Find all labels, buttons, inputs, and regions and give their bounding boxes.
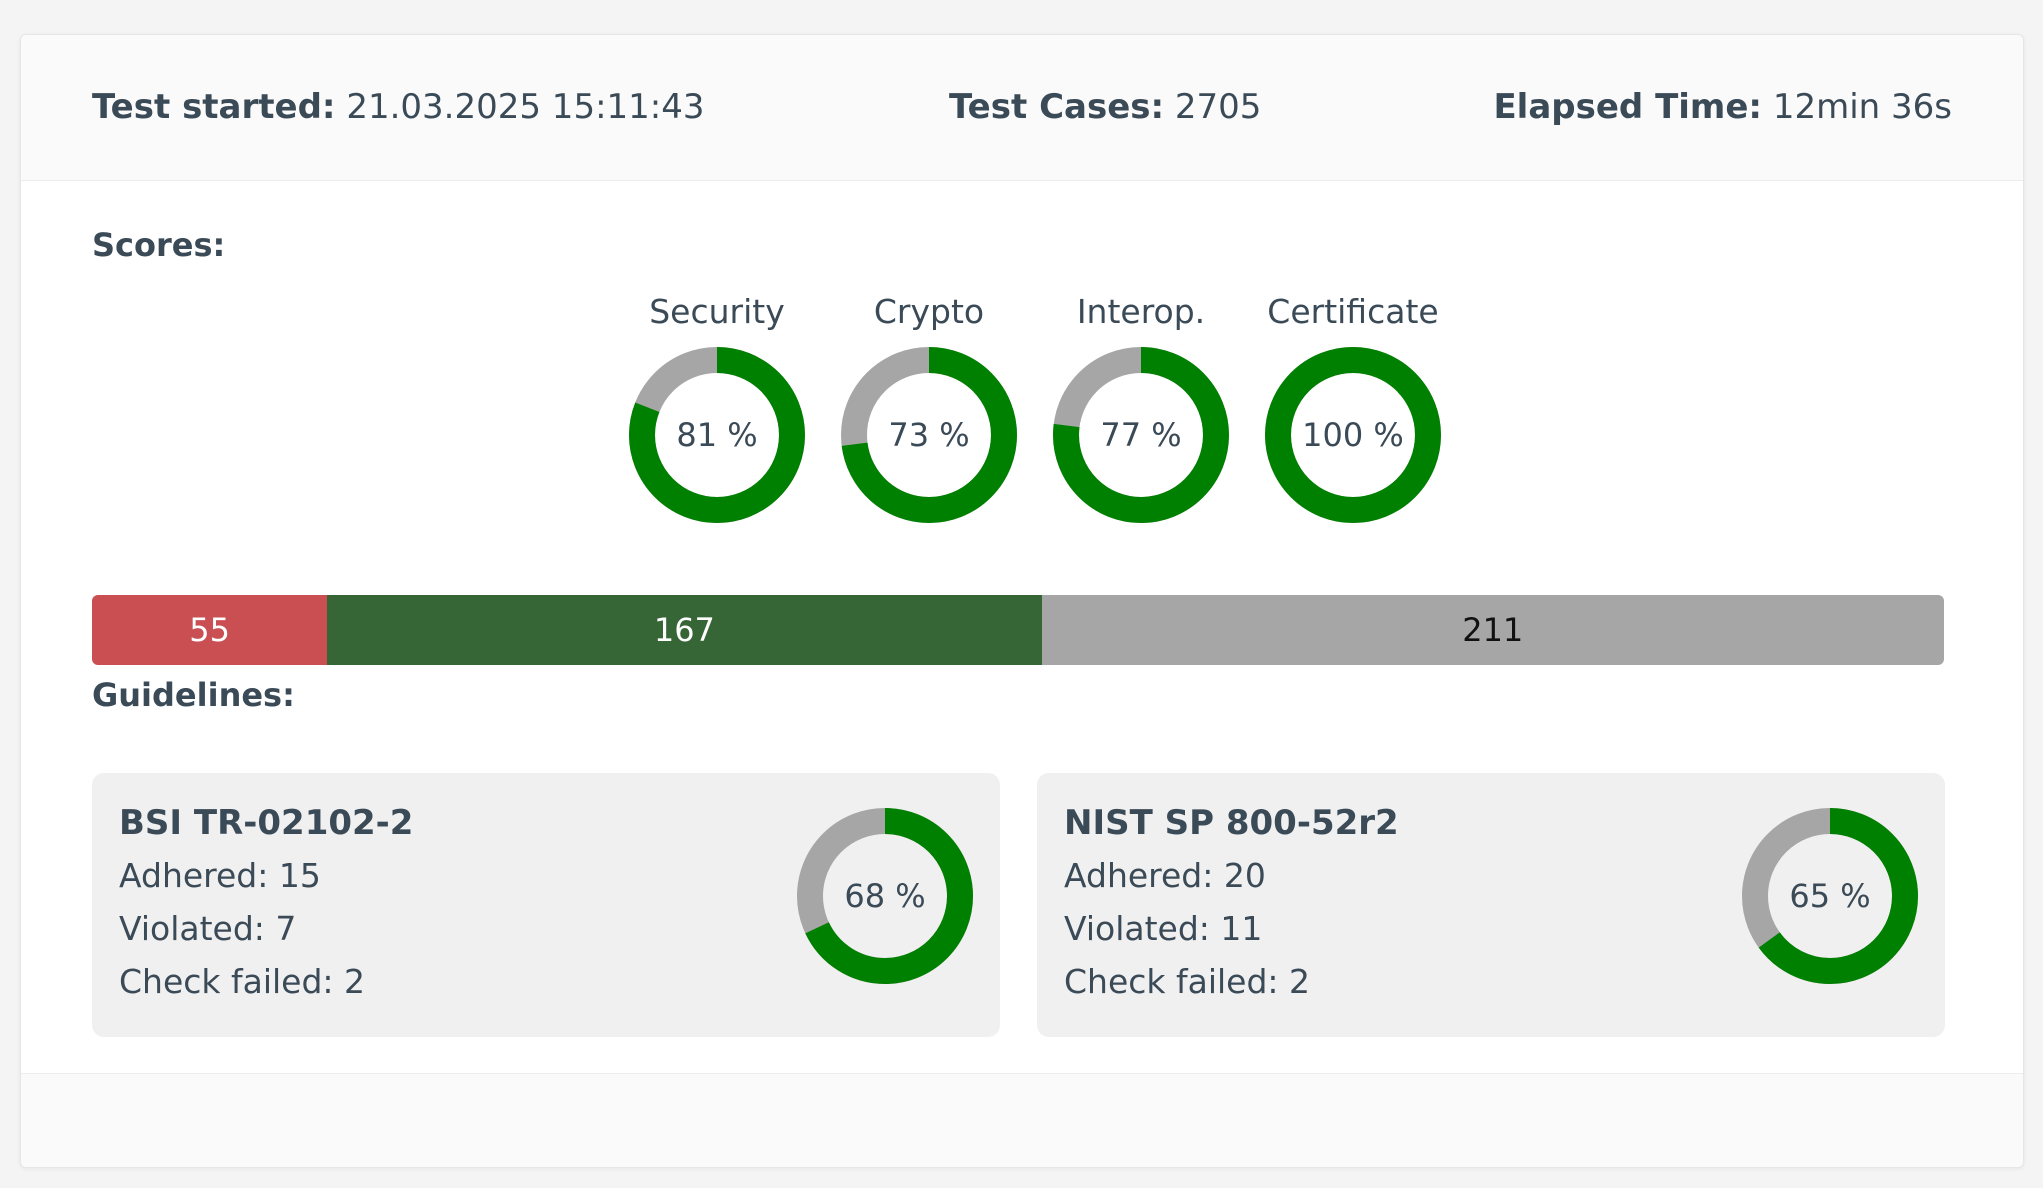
bar-segment-failed: 55	[92, 595, 328, 665]
test-cases-label: Test Cases:	[949, 87, 1165, 127]
bar-segment-neutral: 211	[1041, 595, 1944, 665]
card-footer	[21, 1073, 2023, 1167]
guideline-violated: Violated: 7	[119, 909, 297, 948]
donut-percent-text: 77 %	[1100, 416, 1181, 454]
test-summary-card: Test started: 21.03.2025 15:11:43 Test C…	[20, 34, 2024, 1168]
donut-percent-text: 68 %	[844, 877, 925, 915]
guideline-check-failed: Check failed: 2	[119, 962, 366, 1001]
guideline-card-bsi: BSI TR-02102-2 Adhered: 15 Violated: 7 C…	[92, 773, 1000, 1037]
guideline-violated: Violated: 11	[1064, 909, 1263, 948]
score-gauge-label: Crypto	[873, 292, 985, 331]
donut-percent-text: 81 %	[676, 416, 757, 454]
score-gauge-label: Interop.	[1076, 292, 1206, 331]
guideline-donut-nist: 65 %	[1742, 808, 1918, 984]
elapsed-time: Elapsed Time: 12min 36s	[1493, 87, 1952, 127]
score-gauge-label: Security	[649, 292, 785, 331]
guideline-check-failed: Check failed: 2	[1064, 962, 1311, 1001]
score-donut-interop: 77 %	[1053, 347, 1229, 523]
donut-percent-text: 65 %	[1789, 877, 1870, 915]
elapsed-time-value: 12min 36s	[1772, 87, 1952, 127]
card-header: Test started: 21.03.2025 15:11:43 Test C…	[21, 35, 2023, 181]
score-gauge-security: Security 81 %	[611, 292, 823, 524]
guideline-adhered: Adhered: 15	[119, 856, 321, 895]
score-gauge-label: Certificate	[1267, 292, 1439, 331]
guideline-adhered: Adhered: 20	[1064, 856, 1266, 895]
bar-segment-passed: 167	[327, 595, 1042, 665]
guideline-name: NIST SP 800-52r2	[1064, 803, 1399, 843]
score-gauge-crypto: Crypto 73 %	[823, 292, 1035, 524]
score-gauge-interop: Interop. 77 %	[1035, 292, 1247, 524]
score-donut-security: 81 %	[629, 347, 805, 523]
donut-percent-text: 73 %	[888, 416, 969, 454]
test-cases: Test Cases: 2705	[949, 87, 1261, 127]
scores-title: Scores:	[92, 226, 226, 264]
guidelines-title: Guidelines:	[92, 676, 295, 714]
guideline-name: BSI TR-02102-2	[119, 803, 414, 843]
guideline-card-nist: NIST SP 800-52r2 Adhered: 20 Violated: 1…	[1037, 773, 1945, 1037]
elapsed-time-label: Elapsed Time:	[1493, 87, 1763, 127]
test-started-label: Test started:	[92, 87, 336, 127]
score-gauge-certificate: Certificate 100 %	[1247, 292, 1459, 524]
donut-percent-text: 100 %	[1302, 416, 1404, 454]
test-started: Test started: 21.03.2025 15:11:43	[92, 87, 705, 127]
score-gauges: Security 81 % Crypto 73 % Interop. 77 %	[611, 292, 1471, 572]
result-summary-bar: 55 167 211	[92, 595, 1944, 665]
test-cases-value: 2705	[1174, 87, 1262, 127]
guideline-donut-bsi: 68 %	[797, 808, 973, 984]
score-donut-certificate: 100 %	[1265, 347, 1441, 523]
test-started-value: 21.03.2025 15:11:43	[346, 87, 705, 127]
score-donut-crypto: 73 %	[841, 347, 1017, 523]
